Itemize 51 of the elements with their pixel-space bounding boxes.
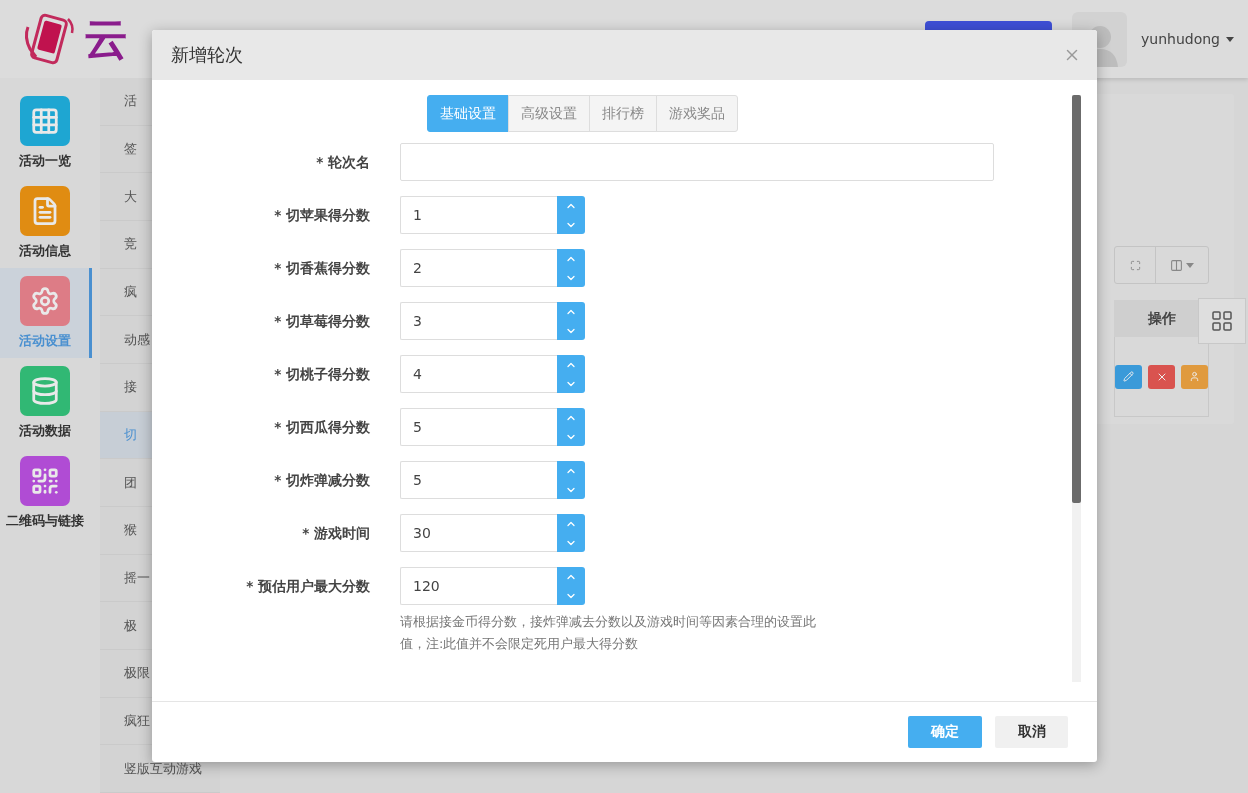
- number-field[interactable]: 4: [400, 355, 585, 393]
- field-label: * 切西瓜得分数: [273, 418, 370, 437]
- number-input[interactable]: 5: [400, 461, 557, 499]
- nav-item[interactable]: 活动数据: [0, 358, 92, 448]
- text-field[interactable]: [400, 143, 994, 181]
- number-input[interactable]: 120: [400, 567, 557, 605]
- number-input[interactable]: 1: [400, 196, 557, 234]
- gear-icon: [29, 286, 60, 316]
- field-label: * 游戏时间: [301, 524, 370, 543]
- user-menu[interactable]: yunhudong: [1141, 31, 1234, 47]
- number-field[interactable]: 2: [400, 249, 585, 287]
- field-label: * 切炸弹减分数: [273, 471, 370, 490]
- number-input[interactable]: 5: [400, 408, 557, 446]
- nav-item[interactable]: 活动信息: [0, 178, 92, 268]
- user-button[interactable]: [1181, 364, 1208, 389]
- database-icon: [29, 376, 60, 406]
- number-input[interactable]: 4: [400, 355, 557, 393]
- scrollbar[interactable]: [1072, 95, 1081, 682]
- columns-icon: [1170, 258, 1183, 272]
- number-field[interactable]: 1: [400, 196, 585, 234]
- field-label: * 切苹果得分数: [273, 206, 370, 225]
- caret-icon: [1186, 262, 1194, 268]
- number-field[interactable]: 120: [400, 567, 585, 605]
- fullscreen-icon: [1129, 259, 1141, 271]
- caret-icon: [1226, 36, 1234, 42]
- dialog-title: 新增轮次: [171, 43, 243, 67]
- number-input[interactable]: 30: [400, 514, 557, 552]
- field-label: * 切草莓得分数: [273, 312, 370, 331]
- number-field[interactable]: 3: [400, 302, 585, 340]
- number-field[interactable]: 5: [400, 408, 585, 446]
- field-label: * 预估用户最大分数: [245, 577, 370, 596]
- logo-text: 云: [84, 17, 128, 61]
- number-field[interactable]: 30: [400, 514, 585, 552]
- layout-button[interactable]: [1198, 298, 1246, 344]
- nav-item[interactable]: 二维码与链接: [0, 448, 92, 538]
- field-label: * 切香蕉得分数: [273, 259, 370, 278]
- nav-item[interactable]: 活动一览: [0, 88, 92, 178]
- user-icon: [1189, 371, 1200, 382]
- number-input[interactable]: 2: [400, 249, 557, 287]
- qr-code-icon: [29, 466, 60, 496]
- help-text: 请根据接金币得分数，接炸弹减去分数以及游戏时间等因素合理的设置此值，注:此值并不会限定死用户最大得分数: [400, 613, 817, 653]
- pencil-icon: [1123, 371, 1134, 382]
- number-field[interactable]: 5: [400, 461, 585, 499]
- delete-button[interactable]: [1148, 364, 1175, 389]
- number-input[interactable]: 3: [400, 302, 557, 340]
- field-label: * 切桃子得分数: [273, 365, 370, 384]
- grid-icon: [29, 106, 60, 136]
- field-label: * 轮次名: [315, 153, 370, 172]
- grid-icon: [1210, 309, 1234, 333]
- cancel-button[interactable]: 取消: [995, 716, 1068, 748]
- edit-button[interactable]: [1115, 364, 1142, 389]
